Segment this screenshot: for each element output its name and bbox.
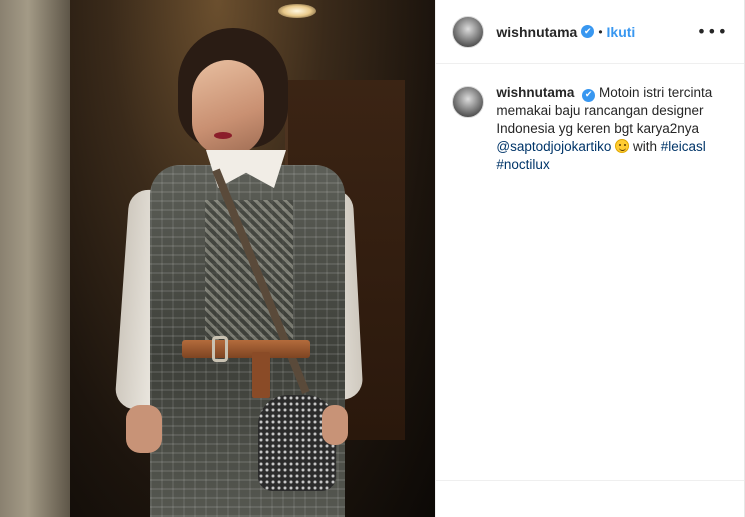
verified-badge-icon: ✔ (581, 25, 595, 38)
photo-wall (0, 0, 70, 517)
instagram-post: wishnutama ✔ • Ikuti ••• wishnutama ✔ Mo… (0, 0, 745, 517)
photo-face (192, 60, 264, 156)
photo-belt-tail (252, 352, 270, 398)
photo-ceiling-light (278, 4, 316, 18)
header-username[interactable]: wishnutama (496, 24, 577, 40)
caption-hashtag-leicasl[interactable]: #leicasl (661, 139, 706, 154)
caption-hashtag-noctilux[interactable]: #noctilux (496, 157, 549, 172)
smiling-face-emoji-icon (615, 139, 630, 153)
avatar[interactable] (452, 15, 485, 48)
post-photo[interactable] (0, 0, 436, 517)
caption-mention-link[interactable]: @saptodjojokartiko (496, 139, 611, 154)
caption-avatar[interactable] (452, 86, 485, 118)
caption-comment: wishnutama ✔ Motoin istri tercinta memak… (436, 64, 744, 174)
caption-username[interactable]: wishnutama (496, 85, 574, 100)
photo-hand-left (126, 405, 162, 453)
photo-belt (182, 340, 310, 358)
sidebar-divider (436, 480, 744, 481)
photo-belt-buckle (212, 336, 228, 362)
post-sidebar: wishnutama ✔ • Ikuti ••• wishnutama ✔ Mo… (435, 0, 744, 517)
photo-hand-right (322, 405, 348, 445)
caption-text-part2: with (632, 139, 657, 154)
more-options-icon[interactable]: ••• (697, 22, 728, 41)
header-separator: • (598, 24, 603, 39)
photo-lips (214, 132, 232, 139)
follow-button[interactable]: Ikuti (607, 24, 636, 40)
post-header: wishnutama ✔ • Ikuti ••• (436, 0, 744, 64)
caption-body: wishnutama ✔ Motoin istri tercinta memak… (496, 84, 726, 174)
caption-verified-badge-icon: ✔ (582, 88, 596, 102)
